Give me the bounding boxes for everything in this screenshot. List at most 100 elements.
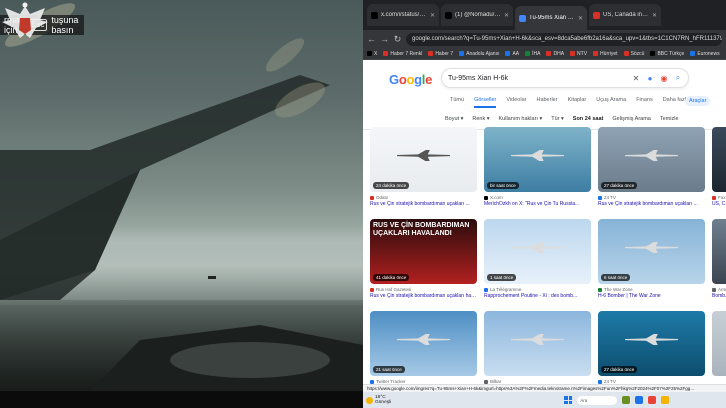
video-player[interactable]: rmak için Esc tuşuna basın [0,0,363,391]
filter-chip[interactable]: Renk ▾ [472,116,489,122]
result-title[interactable]: Rus ve Çin stratejik bombardıman uçaklar… [370,293,477,299]
image-result-card[interactable]: 24 dakika önce Odatv Rus ve Çin stratejik … [370,127,477,207]
bookmark-item[interactable]: BBC Türkçe [650,51,684,57]
tools-button[interactable]: Araçlar [685,96,711,106]
bookmark-item[interactable]: NTV [570,51,587,57]
source-name: Odatv [376,195,389,200]
image-result-card[interactable]: bir saat önce X.com MerichOzkh on X: "Rus … [484,127,591,207]
bookmark-item[interactable]: Anadolu Ajansı [459,51,499,57]
url-field[interactable]: google.com/search?q=Tu-95ms+Xian+H-6k&sc… [406,32,722,46]
result-thumbnail[interactable]: 27 dakika önce [598,127,705,192]
result-thumbnail[interactable]: RUS VE ÇİN BOMBARDIMAN UÇAKLARI HAVALAND… [370,219,477,284]
forward-arrow-icon[interactable]: → [380,34,389,44]
taskbar-search-input[interactable]: Ara [577,395,618,405]
image-result-card[interactable]: 27 dakika önce 24 TV [598,311,705,384]
image-result-card[interactable]: RUS VE ÇİN BOMBARDIMAN UÇAKLARI HAVALAND… [370,219,477,299]
camera-lens-icon[interactable]: ◉ [660,74,668,83]
bookmark-favicon-icon [459,51,465,56]
file-explorer-icon[interactable] [622,396,631,404]
result-title[interactable]: Rus ve Çin stratejik bombardıman uçaklar… [370,201,477,207]
result-thumbnail[interactable] [712,311,726,376]
image-result-card[interactable]: 27 dakika önce 24 TV Rus ve Çin stratejik … [598,127,705,207]
esc-hint-suffix: tuşuna basın [51,15,79,35]
search-input[interactable]: Tu-95ms Xian H-6k [448,75,626,82]
image-result-card[interactable]: 6 saat önce The War Zone H-6 Bomber | The … [598,219,705,299]
result-title[interactable]: MerichOzkh on X: "Rus ve Çin Tu Russia..… [484,201,591,207]
browser-tab[interactable]: (1) @Nomadu/Türk basını / X✕ [441,4,513,26]
source-name: Fox [718,195,726,200]
search-tab[interactable]: Görseller [474,97,497,108]
bookmark-item[interactable]: İHA [525,51,540,57]
image-result-card[interactable]: Bilkar [484,311,591,384]
google-header: Google Tu-95ms Xian H-6k ✕ ● ◉ ⌕ Tümü Gör… [363,60,726,130]
bookmark-favicon-icon [367,51,372,56]
folder-icon[interactable] [661,396,670,404]
source-favicon-icon [598,379,602,384]
weather-widget[interactable]: 18°C Güneşli [366,395,391,405]
filter-chip[interactable]: Temizle [660,116,679,122]
tab-close-icon[interactable]: ✕ [578,15,583,22]
image-result-card[interactable] [712,311,726,376]
bookmark-item[interactable]: Sözcü [623,51,644,57]
filter-chip[interactable]: Kullanım hakları ▾ [499,116,543,122]
tab-close-icon[interactable]: ✕ [504,12,509,19]
time-badge: 41 dakika önce [373,274,410,281]
result-thumbnail[interactable]: 27 dakika önce [598,311,705,376]
edge-browser-icon[interactable] [635,396,644,404]
bookmark-item[interactable]: Hürriyet [593,51,618,57]
filter-chip[interactable]: Boyut ▾ [445,116,463,122]
result-title[interactable]: H-6 Bomber | The War Zone [598,293,705,299]
search-tab[interactable]: Kitaplar [568,97,587,108]
search-tab[interactable]: Haberler [536,97,557,108]
search-tab[interactable]: Finans [636,97,653,108]
result-thumbnail[interactable] [712,219,726,284]
browser-tab[interactable]: US, Canada intercept nuclear-...✕ [589,4,661,26]
bookmark-item[interactable]: X [367,51,377,57]
result-title[interactable]: US, C... [712,201,726,207]
search-tabs: Tümü Görseller Videolar Haberler Kitaplar Uçu… [450,97,689,108]
search-icon[interactable]: ⌕ [674,73,682,83]
filter-chip[interactable]: Tür ▾ [551,116,564,122]
bookmark-label: Hürriyet [600,50,618,57]
result-thumbnail[interactable]: 24 dakika önce [370,127,477,192]
result-thumbnail[interactable]: 6 saat önce [598,219,705,284]
google-logo[interactable]: Google [389,72,432,87]
bookmark-item[interactable]: DHA [546,51,564,57]
browser-tab[interactable]: Tu-95ms Xian H-6k - Google G...✕ [515,6,587,30]
reload-icon[interactable]: ↻ [393,34,402,45]
microphone-icon[interactable]: ● [646,74,654,83]
result-thumbnail[interactable] [712,127,726,192]
result-thumbnail[interactable]: 21 saat önce [370,311,477,376]
result-title[interactable]: Rapprochement Poutine - Xi : des bomb... [484,293,591,299]
image-result-card[interactable]: FoxUS, C... [712,127,726,207]
result-title[interactable]: Bomb... [712,293,726,299]
image-result-card[interactable]: 21 saat önce Twitter Tracker [370,311,477,384]
browser-tab[interactable]: x.com/i/status/17479...✕ [367,4,439,26]
windows-start-icon[interactable] [564,396,573,404]
search-tab[interactable]: Uçuş Arama [596,97,626,108]
close-icon[interactable]: ✕ [632,74,640,83]
search-tab[interactable]: Videolar [506,97,526,108]
image-result-card[interactable]: 1 saat önce La Télégramme Rapprochement Po… [484,219,591,299]
filter-chip[interactable]: Gelişmiş Arama [612,116,651,122]
tab-close-icon[interactable]: ✕ [430,12,435,19]
bookmark-item[interactable]: AA [505,51,519,57]
logo-letter: e [425,72,433,87]
search-box[interactable]: Tu-95ms Xian H-6k ✕ ● ◉ ⌕ [441,68,689,88]
bookmark-label: Euronews [697,50,720,57]
distant-aircraft [208,276,216,279]
tab-close-icon[interactable]: ✕ [652,12,657,19]
result-thumbnail[interactable]: 1 saat önce [484,219,591,284]
filter-chip[interactable]: Son 24 saat [573,116,604,122]
result-title[interactable]: Rus ve Çin stratejik bombardıman uçaklar… [598,201,705,207]
back-arrow-icon[interactable]: ← [367,34,376,44]
image-result-card[interactable]: ArmBomb... [712,219,726,299]
result-thumbnail[interactable] [484,311,591,376]
bookmark-item[interactable]: Haber 7 [428,51,453,57]
chrome-browser-icon[interactable] [648,396,657,404]
bookmark-item[interactable]: Haber 7 Renkl [383,51,422,57]
result-thumbnail[interactable]: bir saat önce [484,127,591,192]
source-favicon-icon [370,287,374,292]
search-tab[interactable]: Tümü [450,97,464,108]
bookmark-item[interactable]: Euronews [690,50,720,57]
